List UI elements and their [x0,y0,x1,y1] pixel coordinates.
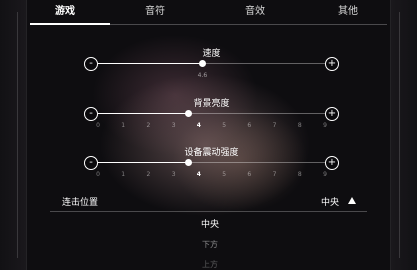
speed-slider-track[interactable] [98,60,325,67]
brightness-slider-fill [98,113,189,114]
vibration-slider-fill [98,162,189,163]
slider-tick-label: 3 [171,171,176,178]
brightness-increase-button[interactable]: + [325,107,339,121]
left-frame [0,0,27,270]
right-frame [390,0,417,270]
brightness-decrease-button[interactable]: - [84,107,98,121]
hit-position-divider [50,211,367,212]
slider-tick-label: 0 [96,122,100,129]
hit-position-option-center[interactable]: 中央 [150,217,270,230]
tab-game[interactable]: 游戏 [30,0,100,24]
slider-tick-label: 8 [297,122,302,129]
tab-notes[interactable]: 音符 [120,0,190,24]
vibration-decrease-button[interactable]: - [84,156,98,170]
hit-position-label: 连击位置 [62,198,99,208]
vibration-increase-button[interactable]: + [325,156,339,170]
speed-value-label: 4.6 [197,72,208,79]
vibration-slider-track[interactable] [98,159,325,166]
vibration-slider-handle[interactable] [185,159,193,166]
slider-tick-label: 2 [146,171,151,178]
slider-tick-label: 4 [196,122,201,129]
slider-tick-label: 2 [146,122,151,129]
speed-slider-row: 速度 - 4.6 + [84,46,339,86]
background-brightness-title: 背景亮度 [193,99,230,109]
hit-position-option-top[interactable]: 上方 [150,259,270,270]
tab-sound-effects[interactable]: 音效 [220,0,290,24]
background-brightness-slider-row: 背景亮度 - 0 1 2 3 4 5 6 7 8 9 + [84,96,339,136]
hit-position-selected-value[interactable]: 中央 [321,195,339,208]
brightness-slider-handle[interactable] [185,110,193,117]
slider-tick-label: 8 [297,171,302,178]
brightness-slider-track[interactable] [98,110,325,117]
speed-decrease-button[interactable]: - [84,57,98,71]
slider-tick-label: 5 [222,122,227,129]
speed-increase-button[interactable]: + [325,57,339,71]
slider-tick-label: 7 [272,171,277,178]
slider-tick-label: 0 [96,171,100,178]
hit-position-option-bottom[interactable]: 下方 [150,239,270,250]
slider-tick-label: 5 [222,171,227,178]
slider-tick-label: 4 [196,171,201,178]
brightness-ticks: 0 1 2 3 4 5 6 7 8 9 [96,122,327,132]
vibration-strength-title: 设备震动强度 [184,148,239,158]
settings-tabs: 游戏 音符 音效 其他 [30,0,387,26]
active-tab-indicator [30,23,110,25]
speed-slider-handle[interactable] [198,60,206,67]
slider-tick-label: 3 [171,122,176,129]
slider-tick-label: 6 [247,122,252,129]
speed-slider-title: 速度 [202,49,221,59]
slider-tick-label: 1 [121,122,126,129]
slider-tick-label: 9 [323,171,327,178]
slider-tick-label: 6 [247,171,252,178]
speed-slider-fill [98,63,203,64]
slider-tick-label: 7 [272,122,277,129]
dropdown-collapse-arrow-icon[interactable] [348,197,356,204]
hit-position-row[interactable]: 连击位置 中央 [50,192,367,210]
slider-tick-label: 9 [323,122,327,129]
vibration-ticks: 0 1 2 3 4 5 6 7 8 9 [96,171,327,181]
tab-other[interactable]: 其他 [313,0,383,24]
vibration-slider-row: 设备震动强度 - 0 1 2 3 4 5 6 7 8 9 + [84,145,339,185]
slider-tick-label: 1 [121,171,126,178]
